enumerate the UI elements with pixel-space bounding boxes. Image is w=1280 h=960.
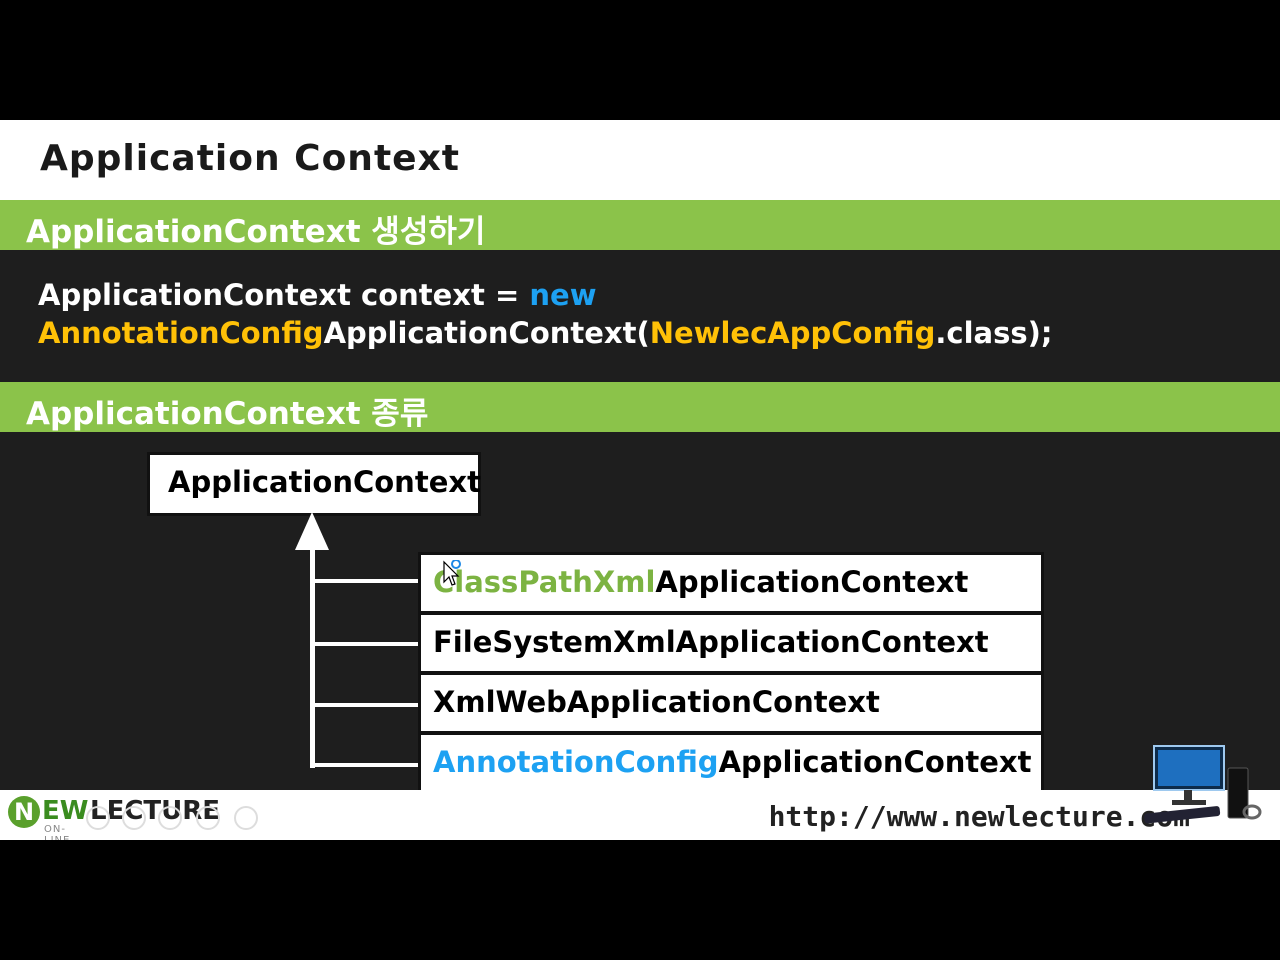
subclass-label: AnnotationConfigApplicationContext	[433, 745, 1032, 779]
code-text: .class);	[935, 316, 1053, 350]
subclass-box: XmlWebApplicationContext	[418, 672, 1044, 734]
player-slides-icon[interactable]	[196, 806, 220, 830]
subclass-rest: ApplicationContext	[655, 565, 969, 599]
logo-ew: EW	[42, 796, 89, 826]
section-header-create: ApplicationContext 생성하기	[0, 200, 1280, 250]
slide-footer: N EW LECTURE ON-LINE http://www.newlectu…	[0, 790, 1280, 840]
player-copy-icon[interactable]	[122, 806, 146, 830]
subclass-rest: FileSystemXmlApplicationContext	[433, 625, 989, 659]
root-class-label: ApplicationContext	[168, 465, 481, 499]
code-line-1: ApplicationContext context = new	[38, 278, 596, 312]
logo-n-icon: N	[8, 796, 40, 828]
subclass-highlight: AnnotationConfig	[433, 745, 719, 779]
code-line-2: AnnotationConfigApplicationContext(Newle…	[38, 316, 1052, 350]
subclass-rest: XmlWebApplicationContext	[433, 685, 880, 719]
code-class-highlight: AnnotationConfig	[38, 316, 324, 350]
connector-line	[310, 763, 420, 767]
connector-line	[310, 703, 420, 707]
inheritance-arrow-head	[295, 512, 329, 550]
player-more-icon[interactable]	[234, 806, 258, 830]
subclass-box: AnnotationConfigApplicationContext	[418, 732, 1044, 796]
section-label-create: ApplicationContext 생성하기	[26, 214, 486, 250]
player-back-icon[interactable]	[86, 806, 110, 830]
presentation-slide: Application Context ApplicationContext 생…	[0, 120, 1280, 840]
logo-online: ON-LINE	[44, 824, 69, 840]
title-bar: Application Context	[0, 120, 1280, 200]
code-text: ApplicationContext(	[323, 316, 650, 350]
section-label-types: ApplicationContext 종류	[26, 396, 429, 432]
root-class-box: ApplicationContext	[147, 452, 481, 516]
player-zoom-icon[interactable]	[158, 806, 182, 830]
site-url: http://www.newlecture.com	[768, 800, 1190, 833]
computer-icon	[1144, 745, 1262, 824]
subclass-rest: ApplicationContext	[718, 745, 1032, 779]
subclass-label: FileSystemXmlApplicationContext	[433, 625, 989, 659]
slide-title: Application Context	[40, 138, 460, 179]
subclass-box: FileSystemXmlApplicationContext	[418, 612, 1044, 674]
connector-line	[310, 642, 420, 646]
subclass-label: XmlWebApplicationContext	[433, 685, 880, 719]
code-text: ApplicationContext context =	[38, 278, 530, 312]
connector-line	[310, 579, 420, 583]
section-header-types: ApplicationContext 종류	[0, 382, 1280, 432]
code-keyword-new: new	[529, 278, 597, 312]
subclass-label: ClassPathXmlApplicationContext	[433, 565, 968, 599]
subclass-box: ClassPathXmlApplicationContext	[418, 552, 1044, 614]
mouse-cursor-icon	[443, 560, 461, 586]
code-arg-highlight: NewlecAppConfig	[649, 316, 936, 350]
